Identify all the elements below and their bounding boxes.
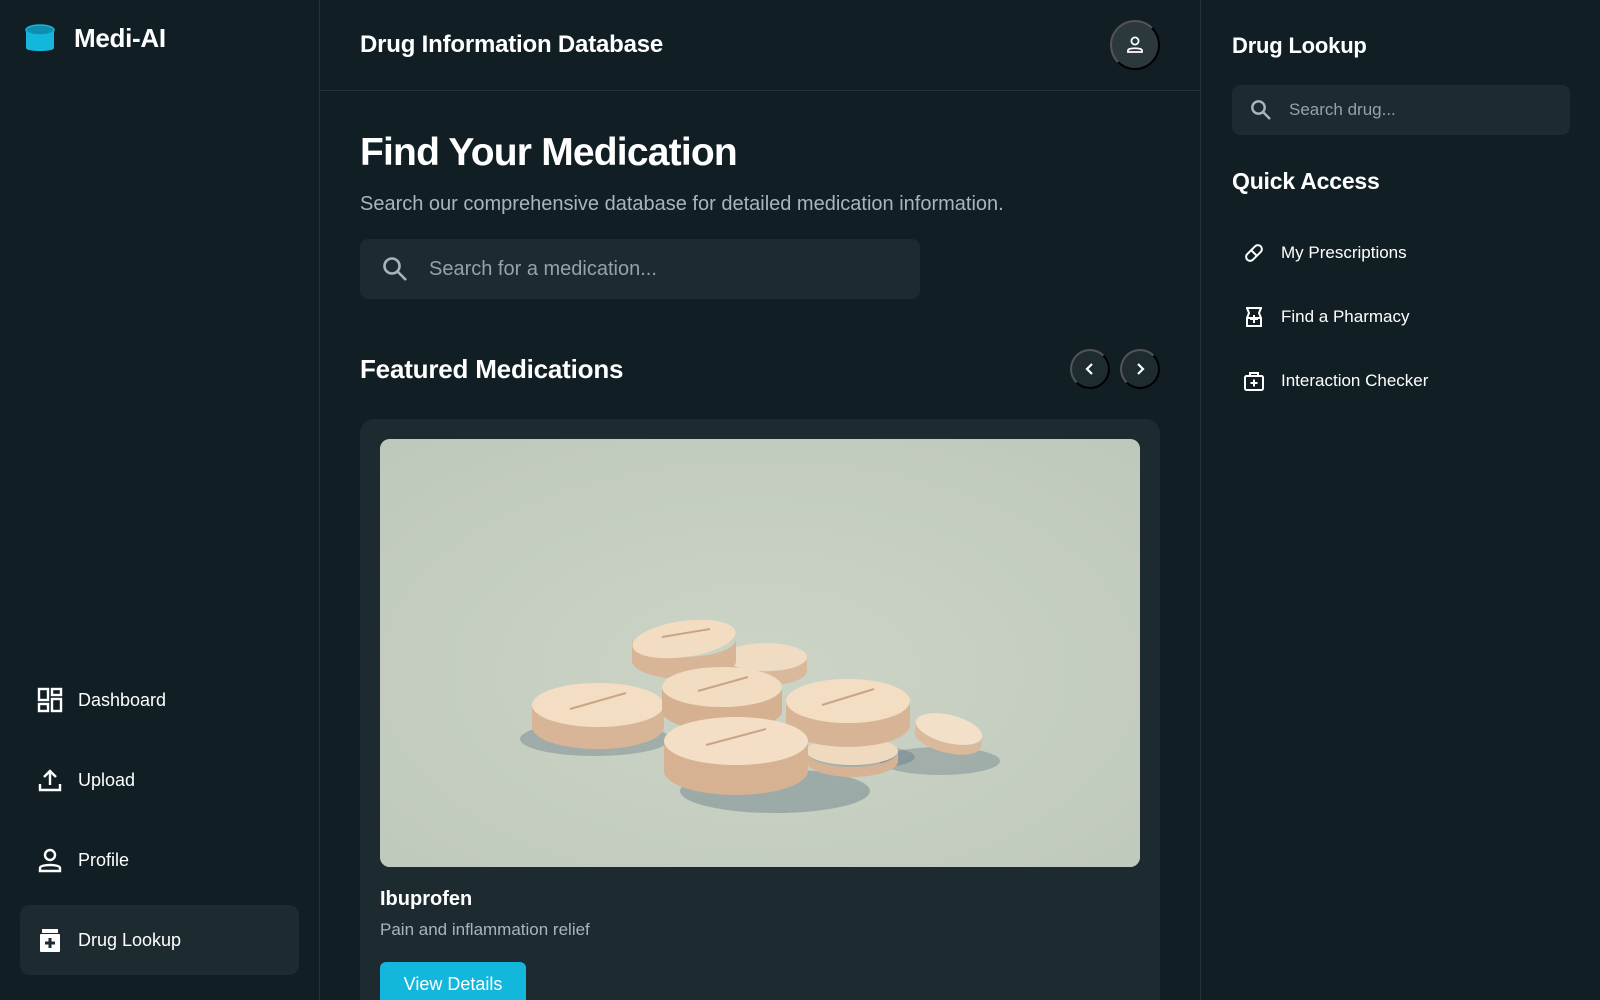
- quick-access-my-prescriptions[interactable]: My Prescriptions: [1232, 221, 1570, 285]
- quick-access-list: My Prescriptions Find a Pharmacy Interac…: [1232, 221, 1570, 413]
- sidebar-item-label: Dashboard: [78, 689, 167, 710]
- quick-access-interaction-checker[interactable]: Interaction Checker: [1232, 349, 1570, 413]
- sidebar-item-label: Profile: [78, 849, 130, 870]
- medication-search-input[interactable]: [429, 257, 899, 281]
- pharmacy-icon: [1242, 305, 1266, 329]
- right-panel: Drug Lookup Quick Access My Prescription…: [1200, 0, 1600, 1000]
- search-icon: [1249, 98, 1273, 122]
- quick-access-label: Interaction Checker: [1281, 371, 1429, 390]
- main-content: Drug Information Database Find Your Medi…: [320, 0, 1200, 1000]
- app-name: Medi-AI: [74, 22, 166, 53]
- quick-access-label: Find a Pharmacy: [1281, 307, 1410, 326]
- medication-card[interactable]: Ibuprofen Pain and inflammation relief V…: [360, 419, 1160, 1000]
- page-title: Drug Information Database: [360, 31, 664, 58]
- database-logo-icon: [24, 22, 56, 54]
- pill-icon: [1242, 241, 1266, 265]
- medication-description: Pain and inflammation relief: [380, 920, 590, 939]
- sidebar: Medi-AI Dashboard Upload Profile Drug Lo…: [0, 0, 320, 1000]
- app-logo[interactable]: Medi-AI: [24, 22, 166, 54]
- quick-access-label: My Prescriptions: [1281, 243, 1407, 262]
- hero-title: Find Your Medication: [360, 131, 738, 174]
- user-avatar-button[interactable]: [1110, 20, 1160, 70]
- medical-kit-icon: [1242, 369, 1266, 393]
- medication-name: Ibuprofen: [380, 888, 473, 910]
- upload-icon: [36, 766, 64, 794]
- sidebar-item-dashboard[interactable]: Dashboard: [20, 665, 299, 735]
- drug-search-bar[interactable]: [1232, 85, 1570, 135]
- quick-access-find-pharmacy[interactable]: Find a Pharmacy: [1232, 285, 1570, 349]
- sidebar-item-drug-lookup[interactable]: Drug Lookup: [20, 905, 299, 975]
- chevron-right-icon: [1130, 359, 1150, 379]
- sidebar-item-upload[interactable]: Upload: [20, 745, 299, 815]
- search-icon: [381, 255, 409, 283]
- medication-search-bar[interactable]: [360, 239, 920, 299]
- sidebar-item-label: Drug Lookup: [78, 929, 182, 950]
- chevron-left-icon: [1080, 359, 1100, 379]
- sidebar-nav: Dashboard Upload Profile Drug Lookup: [20, 665, 299, 985]
- carousel-prev-button[interactable]: [1070, 349, 1110, 389]
- drug-search-input[interactable]: [1289, 100, 1549, 120]
- sidebar-item-label: Upload: [78, 769, 136, 790]
- medication-icon: [36, 926, 64, 954]
- person-icon: [36, 846, 64, 874]
- header: Drug Information Database: [320, 0, 1200, 91]
- pills-image: [380, 439, 1140, 867]
- hero-subtitle: Search our comprehensive database for de…: [360, 193, 1004, 215]
- dashboard-icon: [36, 686, 64, 714]
- sidebar-item-profile[interactable]: Profile: [20, 825, 299, 895]
- carousel-next-button[interactable]: [1120, 349, 1160, 389]
- view-details-button[interactable]: View Details: [380, 962, 526, 1000]
- person-icon: [1124, 34, 1146, 56]
- panel-title: Drug Lookup: [1232, 33, 1367, 58]
- quick-access-title: Quick Access: [1232, 168, 1380, 194]
- featured-section-title: Featured Medications: [360, 354, 624, 384]
